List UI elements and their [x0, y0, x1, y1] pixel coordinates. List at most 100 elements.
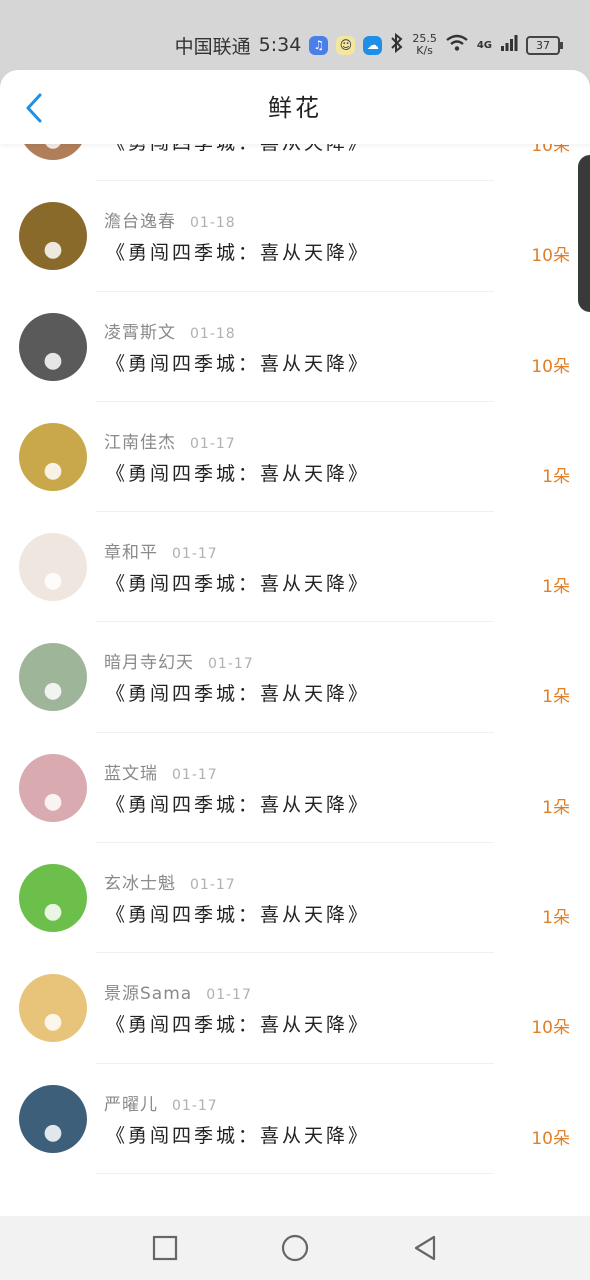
book-title: 《勇闯四季城：喜从天降》 [106, 904, 371, 927]
send-date: 01-18 [190, 325, 236, 342]
list-item[interactable]: ● 蓝文瑞 01-17 《勇闯四季城：喜从天降》 1朵 [0, 733, 590, 844]
circle-icon [281, 1234, 309, 1262]
send-date: 01-18 [190, 215, 236, 232]
book-title: 《勇闯四季城：喜从天降》 [106, 143, 371, 154]
avatar[interactable]: ● [19, 1084, 87, 1153]
avatar[interactable]: ● [19, 643, 87, 712]
sender-info: 暗月寺幻天 01-17 [104, 648, 254, 673]
wifi-icon [445, 34, 469, 57]
user-silhouette-icon: ● [19, 143, 87, 160]
avatar[interactable]: ● [19, 143, 87, 160]
send-date: 01-17 [172, 766, 218, 783]
sender-name: 景源Sama [104, 984, 193, 1005]
clock: 5:34 [258, 34, 302, 56]
flower-count: 1朵 [542, 797, 570, 818]
sender-info: 章和平 01-17 [104, 538, 218, 563]
sender-info: 严曜儿 01-17 [104, 1090, 218, 1115]
network-speed-unit: K/s [416, 44, 433, 57]
flower-list-content: ●努力书大总相01-18《勇闯四季城：喜从天降》10朵●澹台逸春01-18《勇闯… [0, 143, 590, 1175]
sender-name: 暗月寺幻天 [104, 653, 194, 674]
system-back-button[interactable] [410, 1233, 440, 1263]
list-item[interactable]: ● 澹台逸春 01-18 《勇闯四季城：喜从天降》 10朵 [0, 181, 590, 292]
flower-count: 1朵 [542, 908, 570, 929]
send-date: 01-17 [208, 656, 254, 673]
book-title: 《勇闯四季城：喜从天降》 [106, 242, 371, 265]
sender-name: 凌霄斯文 [104, 322, 176, 343]
sender-name: 澹台逸春 [104, 212, 176, 233]
list-item[interactable]: ● 章和平 01-17 《勇闯四季城：喜从天降》 1朵 [0, 512, 590, 623]
bluetooth-icon [390, 32, 404, 58]
user-silhouette-icon: ● [43, 788, 63, 814]
user-silhouette-icon: ● [43, 1119, 63, 1145]
flower-count: 10朵 [531, 143, 570, 156]
user-silhouette-icon: ● [43, 457, 63, 483]
list-item[interactable]: ● 暗月寺幻天 01-17 《勇闯四季城：喜从天降》 1朵 [0, 622, 590, 734]
user-silhouette-icon: ● [43, 237, 63, 263]
list-item[interactable]: ● 江南佳杰 01-17 《勇闯四季城：喜从天降》 1朵 [0, 402, 590, 513]
carrier-label: 中国联通 [174, 35, 251, 58]
user-silhouette-icon: ● [43, 678, 63, 704]
flower-count: 10朵 [531, 1018, 570, 1039]
avatar[interactable]: ● [19, 422, 87, 491]
avatar[interactable]: ● [19, 974, 87, 1043]
sender-name: 玄冰士魁 [104, 874, 176, 895]
avatar[interactable]: ● [19, 864, 87, 933]
sender-info: 江南佳杰 01-17 [104, 428, 236, 453]
flower-count: 1朵 [542, 687, 570, 708]
network-type: 4G [476, 39, 492, 51]
user-silhouette-icon: ● [43, 899, 63, 925]
avatar[interactable]: ● [19, 533, 87, 602]
avatar[interactable]: ● [19, 202, 87, 271]
user-silhouette-icon: ● [43, 568, 63, 594]
cloud-app-icon: ☁ [363, 35, 383, 55]
recent-apps-button[interactable] [150, 1233, 180, 1263]
network-speed: 25.5 K/s [412, 33, 437, 57]
send-date: 01-17 [206, 987, 252, 1004]
emoji-app-icon: ☺ [336, 35, 356, 55]
system-nav-bar [0, 1216, 590, 1280]
app-header: 鲜花 [0, 70, 590, 144]
sender-name: 章和平 [104, 543, 158, 564]
battery-icon: 37 [526, 35, 563, 55]
square-icon [152, 1235, 178, 1261]
book-title: 《勇闯四季城：喜从天降》 [106, 462, 371, 485]
flower-count: 10朵 [531, 356, 570, 377]
user-silhouette-icon: ● [43, 347, 63, 373]
flower-list[interactable]: ●努力书大总相01-18《勇闯四季城：喜从天降》10朵●澹台逸春01-18《勇闯… [0, 143, 590, 1216]
sender-info: 凌霄斯文 01-18 [104, 318, 236, 343]
side-drawer-handle[interactable] [578, 155, 590, 312]
music-app-icon: ♫ [309, 35, 329, 55]
book-title: 《勇闯四季城：喜从天降》 [106, 1124, 371, 1147]
sender-name: 蓝文瑞 [104, 763, 158, 784]
triangle-back-icon [414, 1235, 436, 1261]
book-title: 《勇闯四季城：喜从天降》 [106, 1014, 371, 1037]
send-date: 01-17 [172, 546, 218, 563]
book-title: 《勇闯四季城：喜从天降》 [106, 352, 371, 375]
list-item[interactable]: ● 玄冰士魁 01-17 《勇闯四季城：喜从天降》 1朵 [0, 843, 590, 954]
flower-count: 10朵 [531, 1128, 570, 1149]
book-title: 《勇闯四季城：喜从天降》 [106, 573, 371, 596]
user-silhouette-icon: ● [43, 1009, 63, 1035]
flower-count: 1朵 [542, 577, 570, 598]
flower-count: 1朵 [542, 466, 570, 487]
send-date: 01-17 [190, 877, 236, 894]
list-item[interactable]: ● 凌霄斯文 01-18 《勇闯四季城：喜从天降》 10朵 [0, 292, 590, 403]
avatar[interactable]: ● [19, 312, 87, 381]
book-title: 《勇闯四季城：喜从天降》 [106, 683, 371, 706]
sender-name: 严曜儿 [104, 1094, 158, 1115]
signal-icon [500, 34, 518, 57]
sender-info: 景源Sama 01-17 [104, 979, 252, 1004]
send-date: 01-17 [172, 1097, 218, 1114]
avatar[interactable]: ● [19, 753, 87, 822]
flower-count: 10朵 [531, 246, 570, 267]
sender-info: 蓝文瑞 01-17 [104, 759, 218, 784]
home-button[interactable] [280, 1233, 310, 1263]
send-date: 01-17 [190, 435, 236, 452]
book-title: 《勇闯四季城：喜从天降》 [106, 793, 371, 816]
list-item[interactable]: ● 景源Sama 01-17 《勇闯四季城：喜从天降》 10朵 [0, 953, 590, 1064]
status-indicators: 中国联通 5:34 ♫ ☺ ☁ 25.5 K/s 4G 37 [174, 28, 563, 62]
list-item[interactable]: ● 严曜儿 01-17 《勇闯四季城：喜从天降》 10朵 [0, 1064, 590, 1175]
page-title: 鲜花 [268, 94, 322, 122]
list-item[interactable]: ●努力书大总相01-18《勇闯四季城：喜从天降》10朵 [0, 143, 590, 182]
sender-info: 玄冰士魁 01-17 [104, 869, 236, 894]
